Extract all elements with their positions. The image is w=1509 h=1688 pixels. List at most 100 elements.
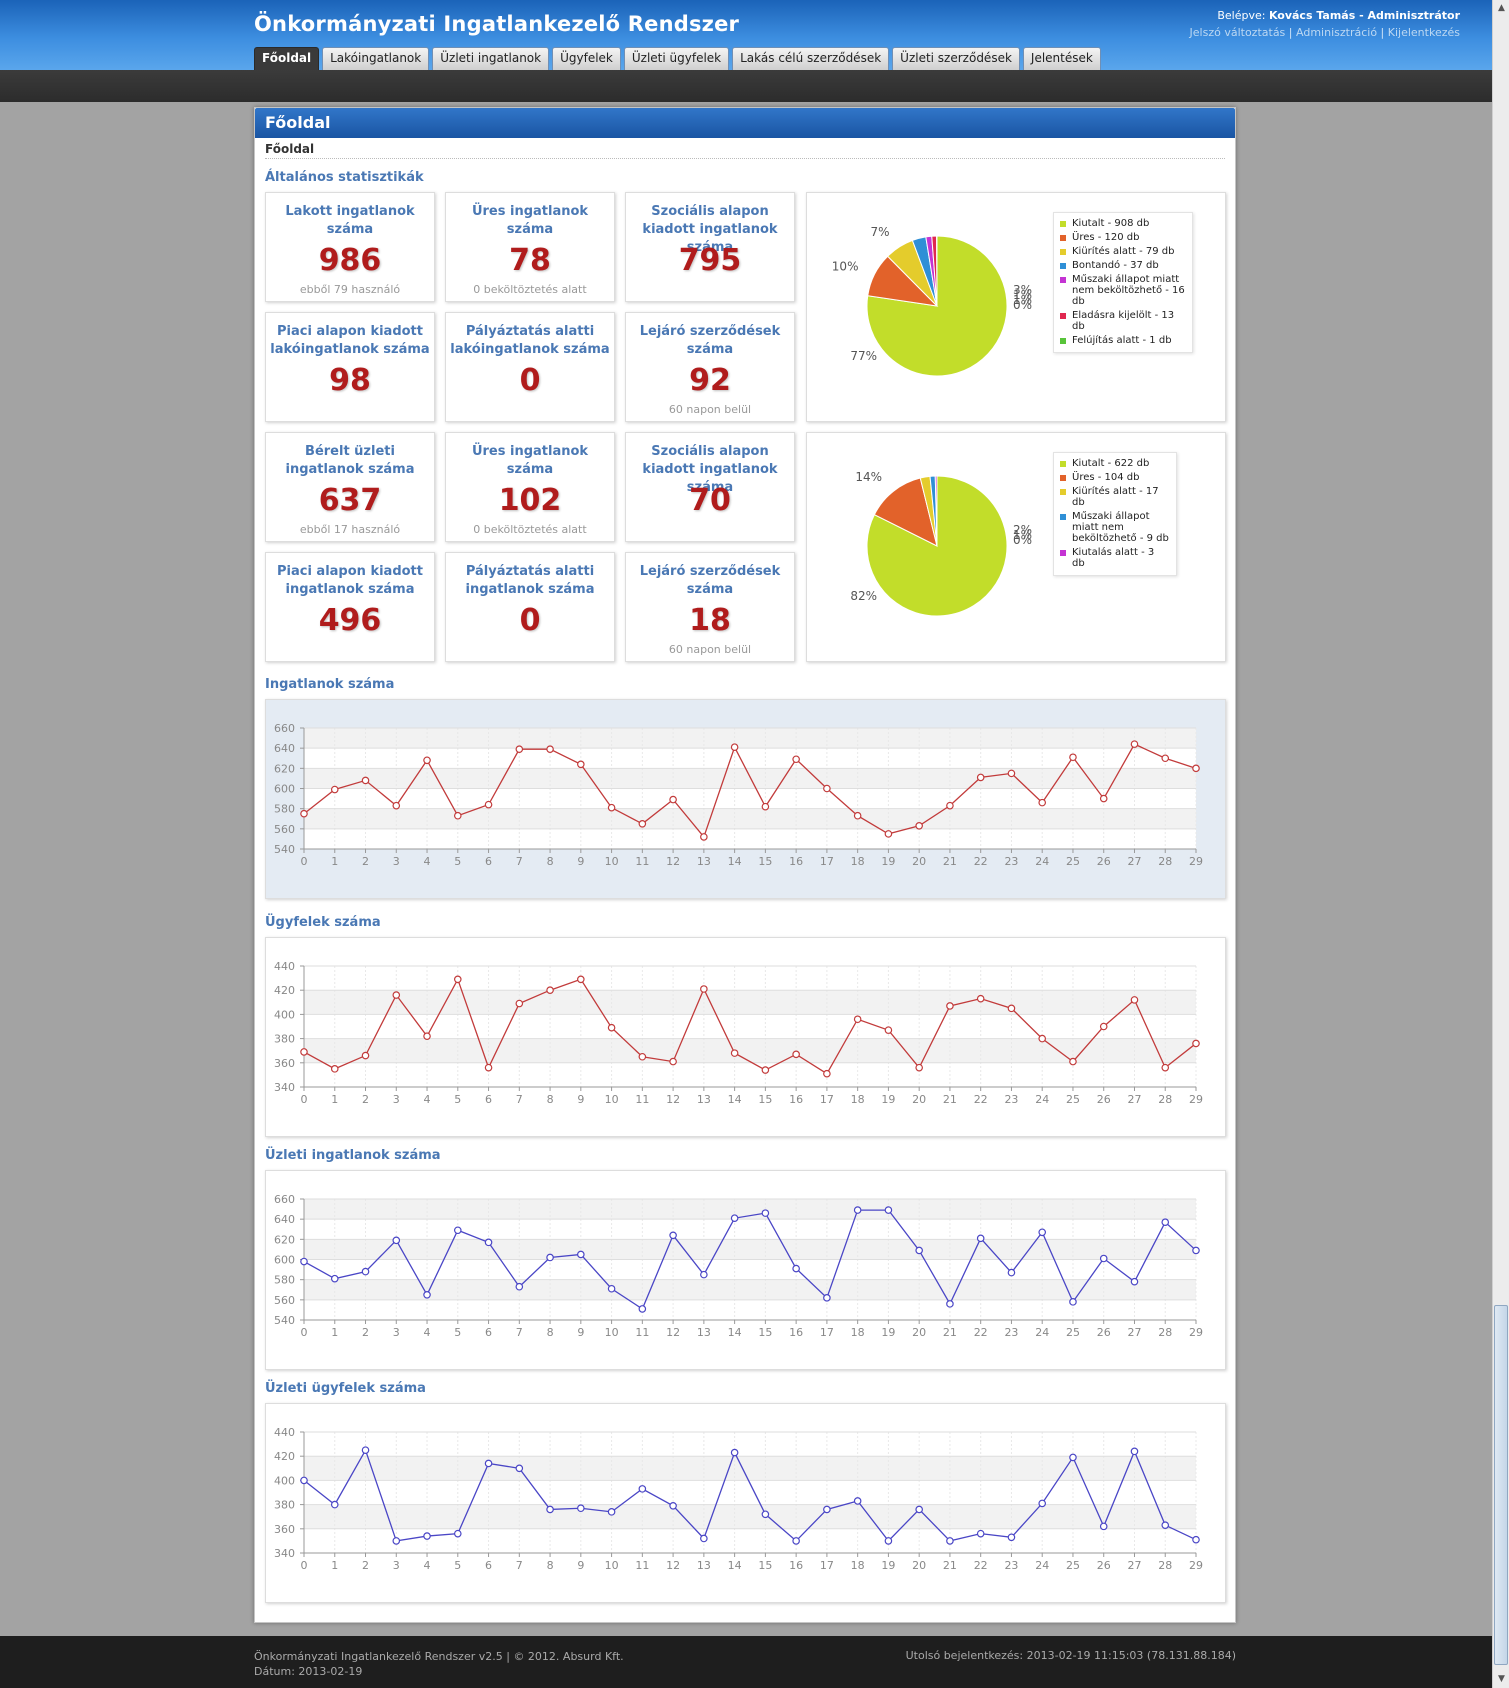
data-point[interactable] (515, 1464, 524, 1473)
legend-item[interactable]: Bontandó - 37 db (1060, 260, 1186, 271)
data-point[interactable] (1038, 798, 1047, 807)
data-point[interactable] (761, 1510, 770, 1519)
data-point[interactable] (638, 1305, 647, 1313)
data-point[interactable] (1161, 1063, 1170, 1072)
data-point[interactable] (1038, 1499, 1047, 1508)
data-point[interactable] (884, 1026, 893, 1034)
legend-item[interactable]: Üres - 104 db (1060, 472, 1170, 483)
data-point[interactable] (1130, 1447, 1139, 1456)
data-point[interactable] (823, 1294, 831, 1302)
data-point[interactable] (392, 801, 401, 810)
data-point[interactable] (638, 819, 647, 828)
data-point[interactable] (300, 1476, 308, 1485)
tab-lakas-celu-szerzodesek[interactable]: Lakás célú szerződések (732, 47, 890, 70)
data-point[interactable] (1192, 1246, 1200, 1255)
data-point[interactable] (453, 811, 462, 820)
data-point[interactable] (853, 811, 862, 820)
data-point[interactable] (730, 1049, 739, 1057)
data-point[interactable] (792, 1264, 800, 1273)
tab-uzleti-ugyfelek[interactable]: Üzleti ügyfelek (623, 47, 730, 70)
legend-item[interactable]: Kiutalt - 622 db (1060, 458, 1170, 469)
data-point[interactable] (1192, 1039, 1200, 1048)
data-point[interactable] (607, 1284, 616, 1293)
data-point[interactable] (761, 1209, 770, 1217)
data-point[interactable] (330, 785, 339, 794)
data-point[interactable] (607, 1508, 616, 1516)
data-point[interactable] (1007, 1004, 1016, 1013)
data-point[interactable] (300, 809, 308, 818)
data-point[interactable] (915, 1063, 923, 1072)
data-point[interactable] (1161, 1521, 1170, 1529)
data-point[interactable] (515, 999, 524, 1008)
data-point[interactable] (946, 1002, 954, 1010)
data-point[interactable] (577, 1504, 585, 1513)
data-point[interactable] (330, 1500, 339, 1509)
data-point[interactable] (453, 1529, 462, 1538)
tab-ugyfelek[interactable]: Ügyfelek (552, 47, 621, 70)
data-point[interactable] (1192, 1535, 1200, 1544)
data-point[interactable] (638, 1052, 647, 1061)
data-point[interactable] (484, 1238, 493, 1247)
data-point[interactable] (976, 1234, 985, 1243)
data-point[interactable] (1007, 1268, 1016, 1277)
data-point[interactable] (484, 1063, 493, 1072)
data-point[interactable] (792, 755, 800, 764)
data-point[interactable] (730, 743, 739, 751)
legend-item[interactable]: Műszaki állapot miatt nem beköltözhető -… (1060, 511, 1170, 544)
data-point[interactable] (1161, 1218, 1170, 1226)
data-point[interactable] (700, 1534, 708, 1543)
data-point[interactable] (1161, 754, 1170, 763)
data-point[interactable] (915, 822, 923, 830)
data-point[interactable] (361, 1446, 370, 1454)
data-point[interactable] (884, 830, 893, 838)
data-point[interactable] (577, 1250, 585, 1259)
data-point[interactable] (700, 833, 708, 841)
legend-item[interactable]: Felújítás alatt - 1 db (1060, 335, 1186, 346)
data-point[interactable] (330, 1065, 339, 1073)
data-point[interactable] (730, 1448, 739, 1457)
data-point[interactable] (669, 1231, 677, 1240)
data-point[interactable] (1130, 996, 1139, 1004)
legend-item[interactable]: Kiutalás alatt - 3 db (1060, 547, 1170, 569)
data-point[interactable] (607, 1023, 616, 1032)
data-point[interactable] (577, 760, 585, 769)
data-point[interactable] (792, 1537, 800, 1545)
scroll-thumb[interactable] (1494, 1305, 1508, 1665)
data-point[interactable] (884, 1206, 893, 1214)
admin-link[interactable]: Adminisztráció (1296, 26, 1377, 39)
data-point[interactable] (515, 745, 524, 753)
data-point[interactable] (392, 1236, 401, 1245)
data-point[interactable] (300, 1257, 308, 1266)
data-point[interactable] (792, 1050, 800, 1059)
data-point[interactable] (1007, 769, 1016, 778)
data-point[interactable] (1069, 1057, 1077, 1066)
data-point[interactable] (392, 991, 401, 999)
data-point[interactable] (453, 1226, 462, 1235)
data-point[interactable] (423, 1032, 431, 1040)
data-point[interactable] (1069, 1453, 1077, 1462)
data-point[interactable] (361, 1267, 370, 1276)
tab-lakoingatlanok[interactable]: Lakóingatlanok (322, 47, 430, 70)
data-point[interactable] (546, 1505, 554, 1514)
data-point[interactable] (761, 802, 770, 811)
data-point[interactable] (823, 1069, 831, 1078)
data-point[interactable] (946, 1300, 954, 1308)
data-point[interactable] (423, 1532, 431, 1540)
data-point[interactable] (546, 1253, 554, 1262)
data-point[interactable] (484, 1459, 493, 1468)
legend-item[interactable]: Műszaki állapot miatt nem beköltözhető -… (1060, 274, 1186, 307)
data-point[interactable] (1069, 1298, 1077, 1306)
data-point[interactable] (577, 975, 585, 984)
legend-item[interactable]: Üres - 120 db (1060, 232, 1186, 243)
data-point[interactable] (853, 1015, 862, 1024)
data-point[interactable] (638, 1485, 647, 1493)
data-point[interactable] (423, 756, 431, 765)
data-point[interactable] (946, 1537, 954, 1545)
data-point[interactable] (669, 795, 677, 804)
scroll-up-icon[interactable]: ▲ (1493, 0, 1509, 17)
change-password-link[interactable]: Jelszó változtatás (1190, 26, 1286, 39)
data-point[interactable] (1192, 764, 1200, 773)
data-point[interactable] (884, 1537, 893, 1545)
data-point[interactable] (976, 1529, 985, 1538)
data-point[interactable] (823, 1505, 831, 1514)
